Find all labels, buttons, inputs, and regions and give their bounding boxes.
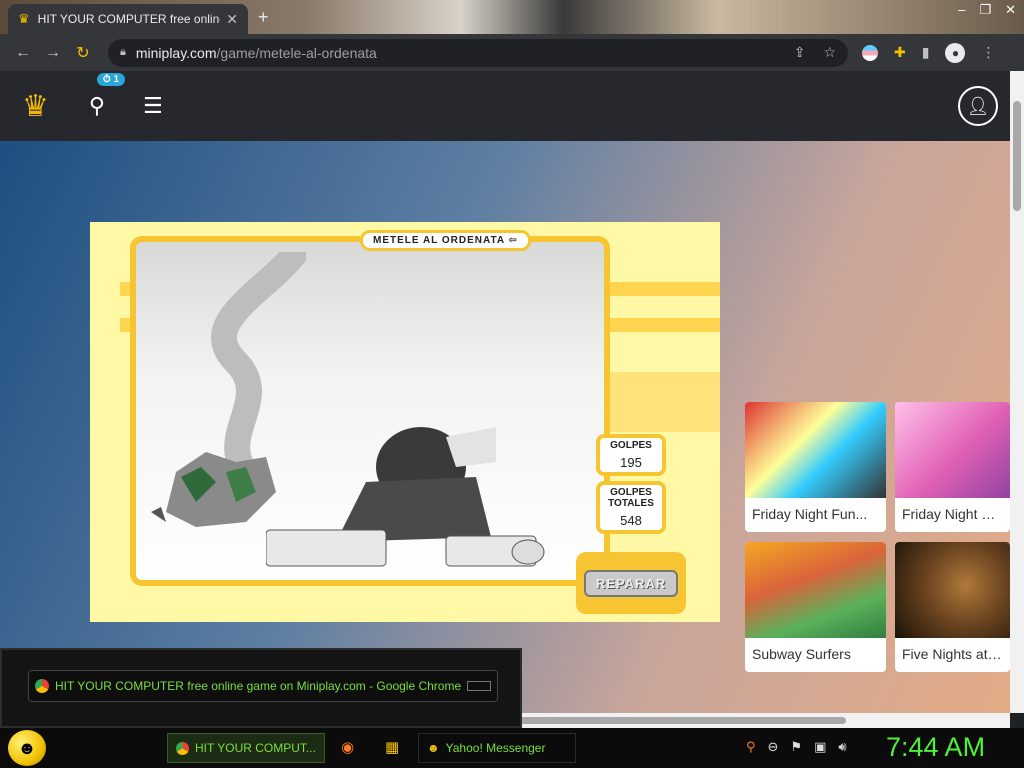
deco-stripe: [610, 372, 720, 432]
game-canvas[interactable]: METELE AL ORDENATA ⇦ GOLPES 195 GOLPES T…: [90, 222, 720, 622]
game-card-title[interactable]: Subway Surfers: [745, 638, 886, 662]
reload-icon[interactable]: ↻: [68, 43, 98, 63]
taskbar-clock[interactable]: 7:44 AM: [886, 732, 985, 763]
game-card-title[interactable]: Friday Night Fun...: [745, 498, 886, 522]
repair-button[interactable]: REPARAR: [576, 552, 686, 614]
golpes-label: GOLPES: [610, 440, 652, 451]
taskbar-item-label: HIT YOUR COMPUT...: [195, 741, 316, 755]
golpes-totales-label-2: TOTALES: [608, 498, 654, 509]
firefox-icon[interactable]: ◉: [341, 738, 354, 756]
user-icon[interactable]: 👤︎: [958, 86, 998, 126]
notification-badge[interactable]: ⏱ 1: [96, 73, 126, 86]
address-bar[interactable]: 🔒︎ miniplay.com /game/metele-al-ordenata…: [108, 38, 848, 67]
window-preview-title: HIT YOUR COMPUTER free online game on Mi…: [55, 679, 462, 693]
game-title: METELE AL ORDENATA ⇦: [360, 230, 531, 251]
window-controls: – ❐ ✕: [958, 2, 1016, 18]
golpes-counter: GOLPES 195: [596, 434, 666, 476]
game-screen[interactable]: [130, 236, 610, 586]
crown-icon[interactable]: ♛: [22, 89, 49, 124]
golpes-totales-counter: GOLPES TOTALES 548: [596, 481, 666, 534]
horizontal-scrollbar[interactable]: [520, 713, 1010, 728]
deco-stripe: [610, 282, 720, 296]
taskbar-item-messenger[interactable]: ☻ Yahoo! Messenger: [418, 733, 576, 763]
menu-icon[interactable]: ☰: [143, 93, 163, 119]
golpes-totales-value: 548: [620, 513, 642, 528]
close-tab-icon[interactable]: ✕: [226, 11, 238, 28]
tab-title: HIT YOUR COMPUTER free online game on Mi…: [37, 12, 221, 26]
side-panel-icon[interactable]: ▮: [922, 44, 930, 61]
vertical-scroll-thumb[interactable]: [1013, 101, 1021, 211]
browser-tab[interactable]: ♛ HIT YOUR COMPUTER free online game on …: [8, 4, 248, 34]
volume-icon[interactable]: 🔊︎: [838, 739, 846, 755]
taskbar-item-chrome[interactable]: HIT YOUR COMPUT...: [167, 733, 325, 763]
new-tab-button[interactable]: +: [258, 7, 269, 28]
chrome-icon: [35, 679, 49, 693]
game-card-title[interactable]: Friday Night Fun: [895, 498, 1010, 522]
deco-stripe: [610, 318, 720, 332]
horizontal-scroll-thumb[interactable]: [520, 717, 846, 724]
taskbar: ☻ HIT YOUR COMPUT... ◉ ▦ ☻ Yahoo! Messen…: [0, 728, 1024, 768]
chrome-icon: [176, 741, 189, 755]
browser-toolbar: ← → ↻ 🔒︎ miniplay.com /game/metele-al-or…: [0, 34, 1024, 71]
window-thumbnail-icon: [467, 681, 491, 691]
status-tray-icon[interactable]: ⊖: [768, 739, 779, 755]
golpes-value: 195: [620, 455, 642, 470]
minimize-icon[interactable]: –: [958, 2, 965, 18]
forward-icon[interactable]: →: [38, 44, 68, 62]
smoke-image: [211, 252, 306, 482]
vertical-scrollbar[interactable]: [1010, 71, 1024, 713]
yahoo-messenger-icon: ☻: [427, 741, 440, 755]
share-icon[interactable]: ⇪: [794, 44, 806, 61]
maximize-icon[interactable]: ❐: [979, 2, 991, 18]
game-thumbnail[interactable]: [895, 402, 1010, 498]
golpes-totales-label-1: GOLPES: [610, 487, 652, 498]
site-header: ♛ ⚲ ⏱ 1 ☰ 👤︎: [0, 71, 1010, 141]
system-tray: ⚲ ⊖ ⚑ ▣ 🔊︎: [746, 739, 847, 755]
browser-titlebar: ♛ HIT YOUR COMPUTER free online game on …: [0, 0, 1024, 34]
smiley-icon[interactable]: ☻: [8, 730, 46, 766]
broken-parts-image: [151, 452, 276, 527]
window-preview-tooltip: HIT YOUR COMPUTER free online game on Mi…: [0, 648, 522, 728]
url-host: miniplay.com: [135, 44, 217, 61]
game-thumbnail[interactable]: [745, 542, 886, 638]
taskbar-item-label: Yahoo! Messenger: [445, 741, 546, 755]
game-card[interactable]: Friday Night Fun...: [745, 402, 886, 532]
folder-icon[interactable]: ▦: [385, 738, 399, 756]
page-background: METELE AL ORDENATA ⇦ GOLPES 195 GOLPES T…: [0, 141, 1010, 713]
game-card[interactable]: Five Nights at Fr: [895, 542, 1010, 672]
more-menu-icon[interactable]: ⋮: [981, 44, 995, 61]
game-card[interactable]: Friday Night Fun: [895, 402, 1010, 532]
search-icon[interactable]: ⚲ ⏱ 1: [89, 73, 126, 119]
game-card[interactable]: Subway Surfers: [745, 542, 886, 672]
profile-avatar-icon[interactable]: ●: [945, 42, 966, 63]
keyboard-image: [266, 529, 545, 567]
back-icon[interactable]: ←: [8, 44, 38, 62]
network-icon[interactable]: ▣: [814, 739, 826, 755]
game-thumbnail[interactable]: [745, 402, 886, 498]
extensions-icon[interactable]: ✚: [894, 44, 906, 61]
close-window-icon[interactable]: ✕: [1005, 2, 1016, 18]
game-thumbnail[interactable]: [895, 542, 1010, 638]
window-preview-item[interactable]: HIT YOUR COMPUTER free online game on Mi…: [28, 670, 498, 702]
url-path: /game/metele-al-ordenata: [216, 44, 377, 61]
search-tray-icon[interactable]: ⚲: [746, 739, 756, 755]
crown-favicon-icon: ♛: [18, 11, 30, 26]
game-card-title[interactable]: Five Nights at Fr: [895, 638, 1010, 662]
profile-flag-icon[interactable]: [862, 44, 878, 61]
lock-icon[interactable]: 🔒︎: [120, 46, 126, 59]
flag-tray-icon[interactable]: ⚑: [790, 739, 802, 755]
star-icon[interactable]: ☆: [823, 44, 836, 61]
repair-label: REPARAR: [583, 569, 679, 597]
